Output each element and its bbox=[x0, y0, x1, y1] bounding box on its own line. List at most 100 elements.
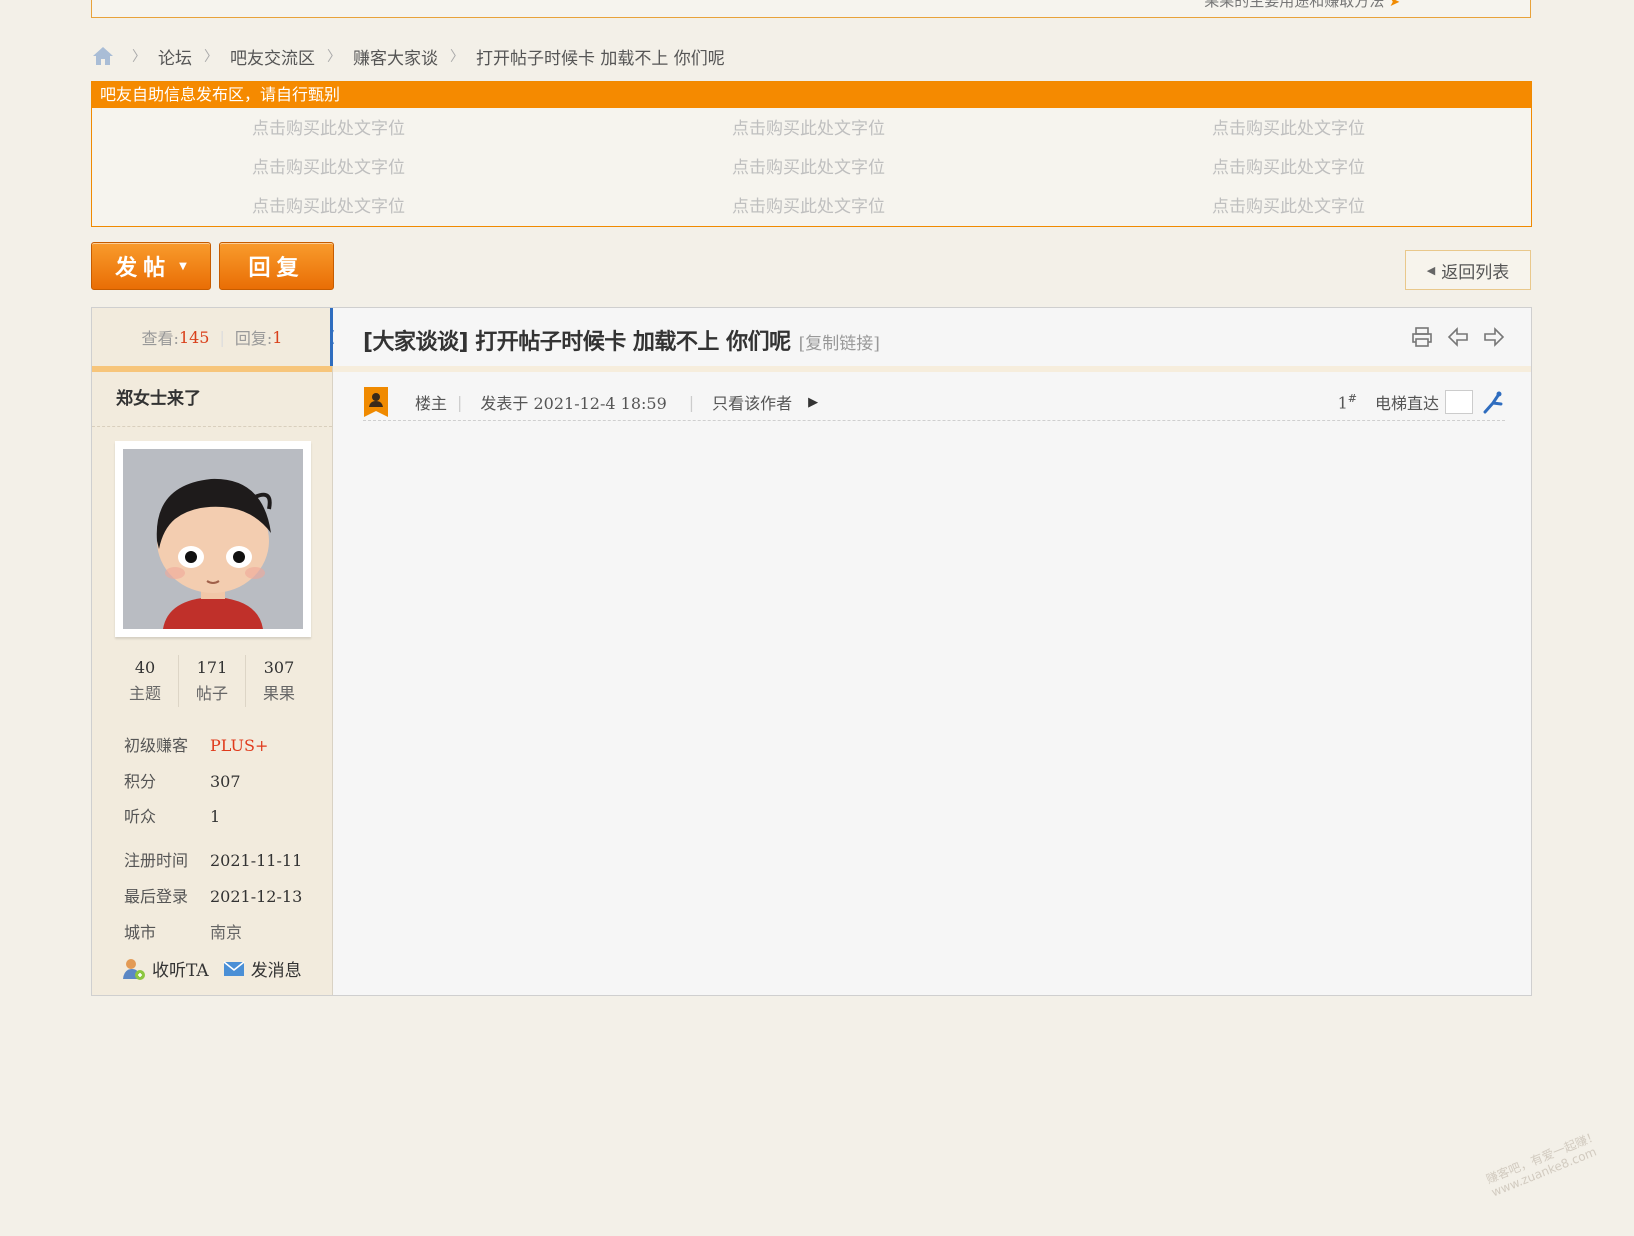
jump-go-icon[interactable] bbox=[1481, 390, 1505, 414]
count-value: 307 bbox=[263, 658, 295, 677]
floor-jump-input[interactable] bbox=[1445, 390, 1473, 414]
ad-slot[interactable]: 点击购买此处文字位 bbox=[252, 114, 405, 139]
top-notice-link[interactable]: 果果的主要用途和赚取方法 ➤ bbox=[1204, 0, 1400, 11]
avatar-image bbox=[123, 449, 303, 629]
author-rank: 初级赚客 PLUS+ bbox=[124, 732, 268, 756]
count-label: 帖子 bbox=[195, 684, 228, 703]
send-message-button[interactable]: 发消息 bbox=[223, 956, 302, 981]
breadcrumb-thread[interactable]: 打开帖子时候卡 加载不上 你们呢 bbox=[476, 44, 725, 69]
follow-button[interactable]: 收听TA bbox=[122, 956, 209, 981]
views-label: 查看: bbox=[141, 329, 179, 348]
jump-label: 电梯直达 bbox=[1374, 394, 1439, 413]
breadcrumb-separator: 〉 bbox=[327, 49, 341, 65]
author-city: 城市 南京 bbox=[124, 919, 242, 943]
arrow-icon: ➤ bbox=[1389, 0, 1400, 10]
ad-slot[interactable]: 点击购买此处文字位 bbox=[1212, 153, 1365, 178]
points-label: 积分 bbox=[124, 772, 157, 791]
thread-title: [大家谈谈] 打开帖子时候卡 加载不上 你们呢 bbox=[363, 330, 791, 355]
ad-slot[interactable]: 点击购买此处文字位 bbox=[252, 192, 405, 217]
reg-value: 2021-11-11 bbox=[210, 851, 303, 870]
breadcrumb-separator: 〉 bbox=[450, 49, 464, 65]
ad-box-header: 吧友自助信息发布区，请自行甄别 bbox=[92, 82, 1531, 108]
follow-icon bbox=[123, 958, 145, 980]
new-post-label: 发帖 bbox=[115, 256, 172, 281]
post-meta: 楼主 | 发表于 2021-12-4 18:59 | 只看该作者 ▶ 1# 电梯… bbox=[363, 384, 1505, 421]
avatar[interactable] bbox=[115, 441, 311, 637]
city-label: 城市 bbox=[124, 923, 157, 942]
ad-slot[interactable]: 点击购买此处文字位 bbox=[1212, 114, 1365, 139]
author-counts: 40 主题 171 帖子 307 果果 bbox=[112, 655, 312, 707]
last-login-value: 2021-12-13 bbox=[210, 887, 303, 906]
ad-slot[interactable]: 点击购买此处文字位 bbox=[732, 192, 885, 217]
thread-tools bbox=[1411, 326, 1505, 348]
ad-slot[interactable]: 点击购买此处文字位 bbox=[732, 114, 885, 139]
breadcrumb-separator: 〉 bbox=[204, 49, 218, 65]
ad-slot[interactable]: 点击购买此处文字位 bbox=[1212, 192, 1365, 217]
count-value: 40 bbox=[134, 658, 156, 677]
author-reg-date: 注册时间 2021-11-11 bbox=[124, 847, 302, 871]
new-post-button[interactable]: 发帖 ▼ bbox=[91, 242, 211, 290]
breadcrumb-forum[interactable]: 论坛 bbox=[158, 44, 192, 69]
envelope-icon bbox=[223, 960, 245, 976]
previous-thread-icon[interactable] bbox=[1447, 326, 1469, 348]
thread-title-row: [大家谈谈] 打开帖子时候卡 加载不上 你们呢 [复制链接] bbox=[363, 324, 880, 356]
stats-divider: | bbox=[219, 327, 225, 347]
title-divider bbox=[333, 366, 1531, 372]
replies-label: 回复: bbox=[234, 329, 273, 348]
reply-label: 回复 bbox=[248, 256, 305, 281]
thread-stats: 查看: 145 | 回复: 1 bbox=[92, 308, 332, 372]
posted-time: 发表于 2021-12-4 18:59 bbox=[480, 394, 667, 413]
listeners-label: 听众 bbox=[124, 807, 157, 826]
caret-down-icon: ▼ bbox=[179, 260, 187, 272]
site-watermark: 赚客吧，有爱一起赚！ www.zuanke8.com bbox=[1484, 1128, 1601, 1200]
print-icon[interactable] bbox=[1411, 326, 1433, 348]
ad-box: 吧友自助信息发布区，请自行甄别 点击购买此处文字位 点击购买此处文字位 点击购买… bbox=[91, 81, 1532, 227]
reply-button[interactable]: 回复 bbox=[219, 242, 334, 290]
city-value: 南京 bbox=[210, 923, 243, 942]
points-value: 307 bbox=[210, 772, 241, 791]
top-notice-box: 果果的主要用途和赚取方法 ➤ bbox=[91, 0, 1531, 18]
ad-slot[interactable]: 点击购买此处文字位 bbox=[732, 153, 885, 178]
author-actions: 收听TA 发消息 bbox=[122, 956, 316, 981]
next-thread-icon[interactable] bbox=[1483, 326, 1505, 348]
count-label: 主题 bbox=[128, 684, 161, 703]
rank-plus-badge: PLUS+ bbox=[210, 736, 269, 755]
author-last-login: 最后登录 2021-12-13 bbox=[124, 883, 302, 907]
meta-divider: | bbox=[688, 392, 695, 412]
role-label: 楼主 bbox=[415, 394, 448, 413]
meta-divider: | bbox=[457, 392, 463, 412]
copy-link-button[interactable]: [复制链接] bbox=[799, 329, 880, 354]
author-sidebar: 查看: 145 | 回复: 1 郑女士来了 40 主题 171 帖子 307 果… bbox=[92, 308, 333, 995]
count-label: 果果 bbox=[262, 684, 295, 703]
breadcrumb: 〉 论坛 〉 吧友交流区 〉 赚客大家谈 〉 打开帖子时候卡 加载不上 你们呢 bbox=[92, 42, 725, 70]
home-icon[interactable] bbox=[92, 46, 114, 66]
count-value: 171 bbox=[196, 658, 228, 677]
breadcrumb-section[interactable]: 吧友交流区 bbox=[230, 44, 315, 69]
floor-controls: 1# 电梯直达 bbox=[1338, 390, 1505, 414]
play-arrow-icon: ▶ bbox=[808, 394, 819, 410]
back-to-list-label: 返回列表 bbox=[1441, 262, 1510, 283]
count-posts[interactable]: 171 帖子 bbox=[178, 655, 245, 707]
triangle-left-icon: ◀ bbox=[1426, 263, 1436, 277]
back-to-list-button[interactable]: ◀ 返回列表 bbox=[1405, 250, 1531, 290]
ad-slot[interactable]: 点击购买此处文字位 bbox=[252, 153, 405, 178]
breadcrumb-separator: 〉 bbox=[132, 49, 146, 65]
author-name[interactable]: 郑女士来了 bbox=[92, 372, 332, 427]
send-message-label: 发消息 bbox=[250, 961, 302, 981]
rank-label[interactable]: 初级赚客 bbox=[124, 732, 210, 756]
post-container: 查看: 145 | 回复: 1 郑女士来了 40 主题 171 帖子 307 果… bbox=[91, 307, 1532, 996]
views-count: 145 bbox=[178, 327, 210, 347]
reg-label: 注册时间 bbox=[124, 851, 189, 870]
count-threads[interactable]: 40 主题 bbox=[112, 655, 178, 707]
author-listeners: 听众 1 bbox=[124, 803, 220, 827]
follow-label: 收听TA bbox=[152, 961, 209, 981]
floor-number[interactable]: 1# bbox=[1338, 392, 1357, 412]
author-points: 积分 307 bbox=[124, 768, 241, 792]
thread-starter-badge-icon bbox=[364, 387, 388, 417]
listeners-value: 1 bbox=[210, 807, 221, 826]
replies-count: 1 bbox=[272, 327, 283, 347]
only-author-link[interactable]: 只看该作者 bbox=[712, 390, 792, 414]
count-fruits[interactable]: 307 果果 bbox=[245, 655, 312, 707]
last-login-label: 最后登录 bbox=[124, 887, 189, 906]
breadcrumb-board[interactable]: 赚客大家谈 bbox=[353, 44, 438, 69]
